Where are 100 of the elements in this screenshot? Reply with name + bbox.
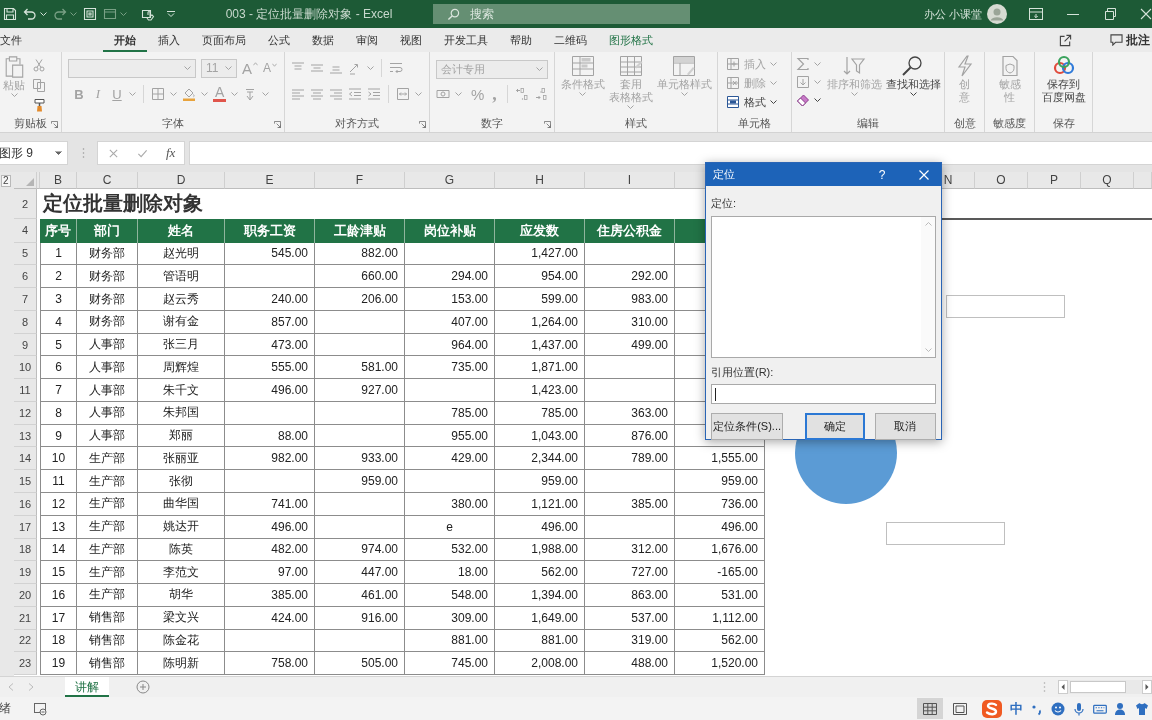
row-header[interactable]: 21 — [14, 606, 37, 630]
row-header[interactable]: 11 — [14, 379, 37, 402]
name-box[interactable]: 图形 9 — [0, 141, 68, 165]
avatar-icon[interactable] — [987, 4, 1007, 24]
ribbon-display-icon[interactable] — [1029, 8, 1043, 20]
row-header[interactable]: 18 — [14, 538, 37, 562]
help-button[interactable]: ? — [875, 167, 889, 182]
shirt-icon[interactable] — [1135, 701, 1149, 716]
column-header[interactable]: C — [77, 172, 138, 189]
restore-icon[interactable] — [1103, 8, 1117, 20]
column-header[interactable]: Q — [1081, 172, 1134, 189]
fill-down-icon[interactable] — [795, 75, 810, 89]
scroll-left-icon[interactable] — [8, 683, 14, 691]
form-icon[interactable] — [83, 7, 97, 21]
cancel-icon[interactable] — [108, 147, 119, 159]
share-icon[interactable] — [1059, 33, 1072, 47]
preview-icon[interactable] — [103, 7, 117, 21]
ribbon-tab[interactable]: 图形格式 — [598, 28, 664, 52]
column-header[interactable]: F — [315, 172, 405, 189]
row-header[interactable]: 19 — [14, 561, 37, 585]
row-header[interactable]: 17 — [14, 515, 37, 539]
ribbon-tab[interactable]: 页面布局 — [191, 28, 257, 52]
scissors-icon[interactable] — [32, 58, 46, 72]
ribbon-tab[interactable]: 开始 — [103, 28, 147, 52]
column-header[interactable]: P — [1028, 172, 1081, 189]
column-header[interactable]: E — [225, 172, 315, 189]
undo-icon[interactable] — [23, 7, 37, 21]
row-header[interactable]: 8 — [14, 310, 37, 334]
add-sheet-icon[interactable] — [136, 680, 150, 694]
select-all-button[interactable] — [14, 172, 37, 189]
scroll-thumb[interactable] — [1070, 681, 1126, 693]
paintbrush-icon[interactable] — [32, 98, 46, 112]
scroll-right-icon[interactable] — [28, 683, 34, 691]
ribbon-tab[interactable]: 帮助 — [499, 28, 543, 52]
ribbon-tab[interactable]: 二维码 — [543, 28, 598, 52]
ribbon-tab[interactable]: 公式 — [257, 28, 301, 52]
ribbon-button[interactable]: 保存到百度网盘 — [1041, 55, 1086, 104]
arrow-right-icon[interactable] — [1142, 680, 1152, 694]
column-header[interactable]: O — [975, 172, 1028, 189]
ribbon-tab[interactable]: 数据 — [301, 28, 345, 52]
ribbon-tab[interactable]: 视图 — [389, 28, 433, 52]
caret-icon[interactable] — [813, 98, 821, 102]
check-icon[interactable] — [137, 147, 148, 159]
column-header[interactable]: B — [40, 172, 77, 189]
row-header[interactable]: 22 — [14, 629, 37, 653]
vertical-scrollbar[interactable] — [921, 217, 935, 357]
formula-field[interactable] — [189, 141, 1152, 165]
row-header[interactable]: 12 — [14, 401, 37, 425]
normal-view-button[interactable] — [917, 698, 943, 719]
microphone-icon[interactable] — [1072, 701, 1086, 716]
grip-icon[interactable] — [82, 147, 85, 159]
column-header[interactable]: I — [585, 172, 675, 189]
row-header[interactable]: 13 — [14, 424, 37, 448]
row-header[interactable]: 4 — [14, 219, 37, 243]
ribbon-tab[interactable]: 插入 — [147, 28, 191, 52]
row-header[interactable]: 15 — [14, 470, 37, 493]
dialog-button[interactable]: 取消 — [874, 413, 936, 440]
row-header[interactable]: 10 — [14, 356, 37, 380]
emoji-icon[interactable] — [1051, 701, 1065, 716]
column-header[interactable]: D — [138, 172, 225, 189]
redo-icon[interactable] — [53, 7, 67, 21]
row-header[interactable]: 14 — [14, 447, 37, 471]
ime-mode[interactable]: 中 — [1010, 699, 1023, 718]
user-icon[interactable] — [1114, 701, 1128, 716]
ribbon-button[interactable]: 查找和选择 — [885, 55, 941, 96]
customize-icon[interactable] — [167, 11, 175, 17]
row-header[interactable]: 5 — [14, 242, 37, 266]
insert-function-button[interactable]: fx — [166, 145, 176, 161]
save-icon[interactable] — [3, 7, 17, 21]
ribbon-tab[interactable]: 开发工具 — [433, 28, 499, 52]
launcher-icon[interactable] — [51, 121, 58, 128]
dialog-button[interactable]: 确定 — [805, 413, 865, 440]
ribbon-button[interactable]: 格式 — [726, 93, 777, 111]
row-header[interactable]: 2 — [14, 189, 37, 219]
ime-logo-icon[interactable] — [981, 698, 1003, 719]
goto-list[interactable] — [711, 216, 936, 358]
eraser-icon[interactable] — [795, 93, 810, 107]
splitter-icon[interactable] — [1043, 681, 1046, 693]
column-header[interactable]: H — [495, 172, 585, 189]
sigma-icon[interactable] — [795, 57, 810, 71]
row-header[interactable]: 7 — [14, 288, 37, 311]
rectangle-shape[interactable] — [886, 522, 1005, 545]
copy-icon[interactable] — [32, 78, 46, 92]
row-header[interactable]: 16 — [14, 493, 37, 516]
comment-button[interactable]: 批注 — [1110, 31, 1150, 49]
arrow-left-icon[interactable] — [1058, 680, 1068, 694]
search-field[interactable]: 搜索 — [433, 4, 690, 24]
column-header[interactable]: G — [405, 172, 495, 189]
sheet-tab[interactable]: 讲解 — [65, 677, 109, 697]
ribbon-tab[interactable]: 文件 — [0, 28, 33, 52]
row-header[interactable]: 9 — [14, 333, 37, 357]
reference-field[interactable] — [711, 384, 936, 404]
touch-mode-icon[interactable] — [141, 7, 155, 21]
row-header[interactable]: 20 — [14, 584, 37, 607]
rectangle-shape[interactable] — [946, 295, 1065, 318]
dialog-button[interactable]: 定位条件(S)... — [711, 413, 784, 440]
ribbon-tab[interactable]: 审阅 — [345, 28, 389, 52]
horizontal-scrollbar[interactable] — [1058, 680, 1152, 694]
column-header[interactable] — [1134, 172, 1152, 189]
outline-level-button[interactable]: 2 — [1, 174, 11, 187]
